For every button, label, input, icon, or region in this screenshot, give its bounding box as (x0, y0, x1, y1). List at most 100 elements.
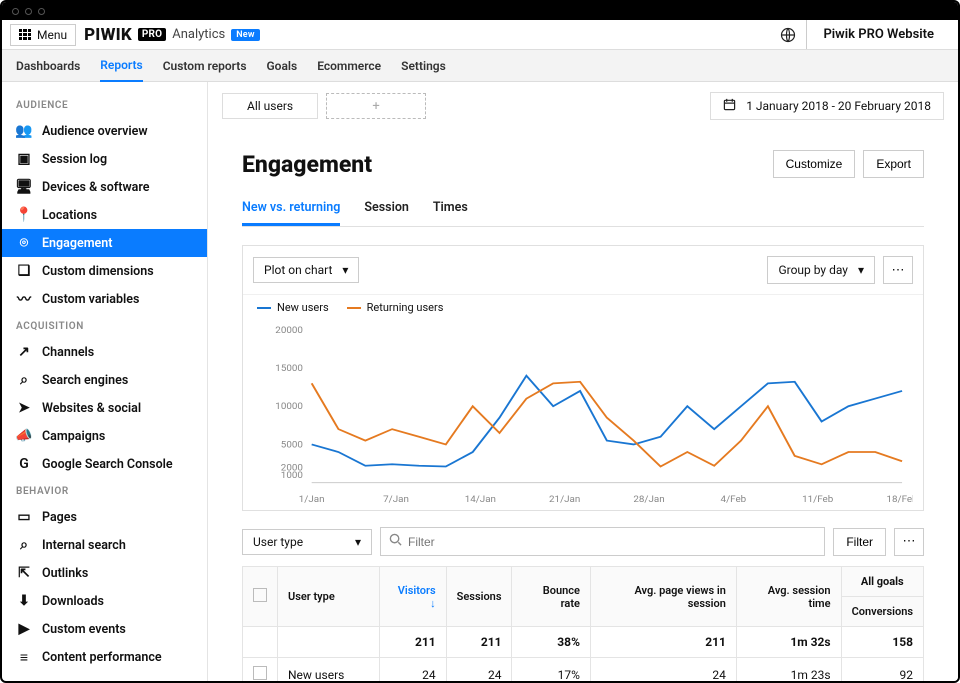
cell-sessions: 24 (446, 658, 512, 682)
module-name: Analytics (172, 27, 225, 42)
sidebar-item-label: Pages (42, 510, 77, 525)
sidebar-item-engagement[interactable]: ⌾Engagement (2, 229, 207, 257)
sidebar-item-websites-social[interactable]: ➤Websites & social (2, 394, 207, 422)
chevron-down-icon: ▾ (342, 263, 348, 277)
sidebar-item-custom-variables[interactable]: 〰Custom variables (2, 285, 207, 313)
traffic-light-min[interactable] (25, 8, 32, 15)
group-by-select[interactable]: Group by day ▾ (767, 256, 875, 284)
svg-text:5000: 5000 (281, 440, 303, 450)
sidebar-item-channels[interactable]: ↗Channels (2, 338, 207, 366)
sidebar-item-icon: ❑ (16, 263, 32, 279)
segment-all-users[interactable]: All users (222, 93, 318, 119)
sidebar-item-label: Devices & software (42, 180, 150, 195)
traffic-light-close[interactable] (12, 8, 19, 15)
nav-settings[interactable]: Settings (401, 51, 446, 81)
svg-text:15000: 15000 (275, 363, 303, 373)
nav-dashboards[interactable]: Dashboards (16, 51, 80, 81)
customize-button[interactable]: Customize (773, 150, 856, 178)
sidebar-item-icon: ⌾ (16, 235, 32, 251)
row-checkbox[interactable] (253, 666, 267, 680)
report-tabs: New vs. returning Session Times (242, 194, 924, 227)
sidebar-item-icon: ⇱ (16, 565, 32, 581)
svg-text:10000: 10000 (275, 402, 303, 412)
sidebar-group-audience: AUDIENCE (2, 92, 207, 117)
sidebar-item-pages[interactable]: ▭Pages (2, 503, 207, 531)
cell-conversions: 92 (841, 658, 923, 682)
legend-item: New users (257, 301, 329, 314)
globe-icon[interactable] (778, 25, 798, 45)
th-bounce[interactable]: Bounce rate (512, 567, 590, 627)
sidebar-item-content-performance[interactable]: ≡Content performance (2, 643, 207, 671)
sidebar-item-label: Custom variables (42, 292, 139, 307)
select-all-checkbox[interactable] (253, 588, 267, 602)
cell-conversions: 158 (841, 627, 923, 658)
plot-on-chart-select[interactable]: Plot on chart ▾ (253, 257, 359, 283)
sidebar-item-google-search-console[interactable]: GGoogle Search Console (2, 450, 207, 478)
legend-swatch (347, 307, 361, 309)
menu-button[interactable]: Menu (10, 24, 76, 46)
sidebar-item-icon: ▶ (16, 621, 32, 637)
chevron-down-icon: ▾ (355, 535, 361, 549)
sidebar-item-downloads[interactable]: ⬇Downloads (2, 587, 207, 615)
filter-input[interactable] (408, 535, 816, 549)
nav-ecommerce[interactable]: Ecommerce (317, 51, 381, 81)
th-user-type[interactable]: User type (278, 567, 380, 627)
sidebar-item-label: Downloads (42, 594, 104, 609)
legend-label: Returning users (367, 301, 444, 314)
pro-badge: PRO (138, 28, 166, 41)
tab-times[interactable]: Times (433, 194, 468, 226)
date-range-label: 1 January 2018 - 20 February 2018 (746, 99, 931, 113)
sidebar-item-label: Channels (42, 345, 94, 360)
svg-text:20000: 20000 (275, 325, 303, 335)
th-visitors[interactable]: Visitors ↓ (380, 567, 447, 627)
th-sesstime[interactable]: Avg. session time (736, 567, 841, 627)
data-table: User type Visitors ↓ Sessions Bounce rat… (242, 566, 924, 681)
nav-goals[interactable]: Goals (267, 51, 298, 81)
cell-user-type (278, 627, 380, 658)
nav-reports[interactable]: Reports (100, 50, 142, 82)
tab-new-vs-returning[interactable]: New vs. returning (242, 194, 340, 226)
sidebar-item-session-log[interactable]: ▣Session log (2, 145, 207, 173)
export-button[interactable]: Export (863, 150, 924, 178)
cell-pageviews: 24 (590, 658, 736, 682)
th-pageviews[interactable]: Avg. page views in session (590, 567, 736, 627)
sidebar-item-icon: G (16, 456, 32, 472)
sidebar-item-devices-software[interactable]: 🖥 Devices & software (2, 173, 207, 201)
sidebar-item-outlinks[interactable]: ⇱Outlinks (2, 559, 207, 587)
cell-visitors: 24 (380, 658, 447, 682)
sidebar-item-audience-overview[interactable]: 👥Audience overview (2, 117, 207, 145)
sidebar-item-label: Websites & social (42, 401, 141, 416)
main-panel: All users + 1 January 2018 - 20 February… (208, 82, 958, 681)
traffic-light-max[interactable] (38, 8, 45, 15)
sidebar-item-icon: 🖥 (16, 179, 32, 195)
sidebar-item-custom-dimensions[interactable]: ❑Custom dimensions (2, 257, 207, 285)
sidebar-item-icon: 👥 (16, 123, 32, 139)
nav-custom-reports[interactable]: Custom reports (163, 51, 247, 81)
table-row: New users242417%241m 23s92 (243, 658, 924, 682)
sidebar-item-label: Custom events (42, 622, 126, 637)
brand-text: PIWIK (84, 25, 132, 45)
tab-session[interactable]: Session (364, 194, 409, 226)
add-segment-button[interactable]: + (326, 93, 426, 119)
th-sessions[interactable]: Sessions (446, 567, 512, 627)
date-range-picker[interactable]: 1 January 2018 - 20 February 2018 (710, 92, 944, 120)
sidebar-item-internal-search[interactable]: ⌕Internal search (2, 531, 207, 559)
sidebar-item-search-engines[interactable]: ⌕Search engines (2, 366, 207, 394)
sidebar-item-campaigns[interactable]: 📣Campaigns (2, 422, 207, 450)
table-menu-button[interactable]: ⋯ (894, 528, 924, 556)
svg-text:7/Jan: 7/Jan (383, 495, 409, 505)
th-allgoals[interactable]: All goals (841, 567, 923, 597)
site-selector[interactable]: Piwik PRO Website (806, 20, 950, 49)
search-icon (389, 533, 402, 550)
dimension-select[interactable]: User type ▾ (242, 529, 372, 555)
svg-text:21/Jan: 21/Jan (549, 495, 580, 505)
th-conversions[interactable]: Conversions (841, 597, 923, 627)
sidebar-item-custom-events[interactable]: ▶ Custom events (2, 615, 207, 643)
sidebar-item-locations[interactable]: 📍Locations (2, 201, 207, 229)
chart-menu-button[interactable]: ⋯ (883, 256, 913, 284)
table-row: 21121138%2111m 32s158 (243, 627, 924, 658)
sidebar-item-icon: ⌕ (16, 372, 32, 388)
brand: PIWIK PRO Analytics New (84, 25, 260, 45)
filter-button[interactable]: Filter (833, 528, 886, 556)
sidebar-item-label: Session log (42, 152, 107, 167)
